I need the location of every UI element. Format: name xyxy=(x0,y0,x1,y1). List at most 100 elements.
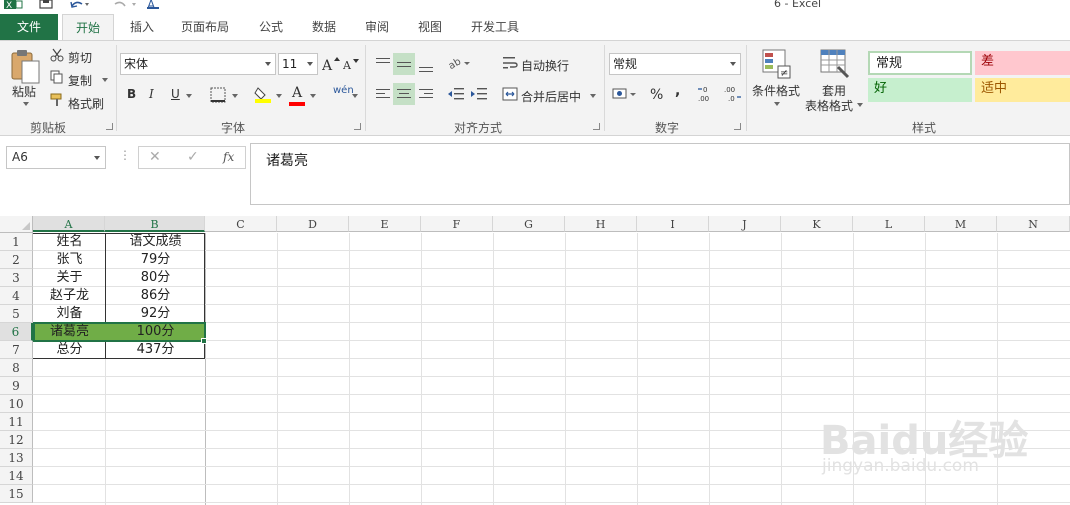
column-header-n[interactable]: N xyxy=(997,216,1070,232)
align-center-button[interactable] xyxy=(393,83,415,105)
column-header-l[interactable]: L xyxy=(853,216,925,232)
row-header-14[interactable]: 14 xyxy=(0,467,33,485)
cell-a7[interactable]: 总分 xyxy=(34,341,105,359)
wrap-text-button[interactable]: 自动换行 xyxy=(521,57,569,74)
tab-home[interactable]: 开始 xyxy=(62,14,114,41)
row-header-9[interactable]: 9 xyxy=(0,377,33,395)
tab-data[interactable]: 数据 xyxy=(302,14,346,40)
cell-a3[interactable]: 关于 xyxy=(34,269,105,287)
format-as-table-dropdown-icon[interactable] xyxy=(857,103,863,107)
underline-dropdown-icon[interactable] xyxy=(186,94,192,98)
alignment-launcher-icon[interactable] xyxy=(593,123,600,130)
redo-icon[interactable] xyxy=(107,0,137,9)
format-painter-button[interactable]: 格式刷 xyxy=(68,95,104,112)
paste-dropdown-icon[interactable] xyxy=(23,102,29,106)
formula-input[interactable]: 诸葛亮 xyxy=(250,143,1070,205)
column-header-h[interactable]: H xyxy=(565,216,637,232)
increase-font-icon[interactable]: A xyxy=(322,56,340,72)
paste-button[interactable]: 粘贴 xyxy=(12,83,36,100)
style-neutral[interactable]: 适中 xyxy=(975,78,1070,102)
cell-a6[interactable]: 诸葛亮 xyxy=(34,323,105,341)
column-header-i[interactable]: I xyxy=(637,216,709,232)
cancel-icon[interactable]: ✕ xyxy=(149,149,161,165)
cell-b5[interactable]: 92分 xyxy=(106,305,205,323)
comma-button[interactable]: , xyxy=(675,83,680,99)
row-header-4[interactable]: 4 xyxy=(0,287,33,305)
italic-button[interactable]: I xyxy=(149,87,154,101)
column-header-d[interactable]: D xyxy=(277,216,349,232)
save-icon[interactable] xyxy=(38,0,54,9)
orientation-icon[interactable]: ab xyxy=(448,55,470,71)
cell-a1[interactable]: 姓名 xyxy=(34,233,105,251)
number-format-select[interactable]: 常规 xyxy=(609,53,741,75)
row-header-1[interactable]: 1 xyxy=(0,233,33,251)
align-right-button[interactable] xyxy=(415,83,437,105)
decrease-font-icon[interactable]: A xyxy=(343,57,359,71)
tab-file[interactable]: 文件 xyxy=(0,14,58,40)
enter-icon[interactable]: ✓ xyxy=(187,149,199,165)
name-box[interactable]: A6 xyxy=(6,146,106,169)
tab-insert[interactable]: 插入 xyxy=(120,14,164,40)
column-header-m[interactable]: M xyxy=(925,216,997,232)
cell-b3[interactable]: 80分 xyxy=(106,269,205,287)
decrease-indent-icon[interactable] xyxy=(447,86,465,102)
column-header-a[interactable]: A xyxy=(33,216,105,232)
column-header-f[interactable]: F xyxy=(421,216,493,232)
tab-formulas[interactable]: 公式 xyxy=(250,14,292,40)
percent-button[interactable]: % xyxy=(650,87,663,103)
tab-developer[interactable]: 开发工具 xyxy=(462,14,528,40)
cell-b4[interactable]: 86分 xyxy=(106,287,205,305)
row-header-6[interactable]: 6 xyxy=(0,323,33,341)
number-launcher-icon[interactable] xyxy=(734,123,741,130)
accounting-format-icon[interactable] xyxy=(612,86,636,102)
font-launcher-icon[interactable] xyxy=(354,123,361,130)
column-header-b[interactable]: B xyxy=(105,216,205,232)
copy-button[interactable]: 复制 xyxy=(68,72,92,89)
row-header-8[interactable]: 8 xyxy=(0,359,33,377)
cell-a5[interactable]: 刘备 xyxy=(34,305,105,323)
conditional-dropdown-icon[interactable] xyxy=(774,102,780,106)
style-normal[interactable]: 常规 xyxy=(868,51,972,75)
cell-a4[interactable]: 赵子龙 xyxy=(34,287,105,305)
decrease-decimal-icon[interactable]: .00 .0 xyxy=(722,85,742,103)
bold-button[interactable]: B xyxy=(127,87,136,101)
row-header-5[interactable]: 5 xyxy=(0,305,33,323)
tab-view[interactable]: 视图 xyxy=(408,14,452,40)
phonetic-button[interactable]: wén xyxy=(333,85,354,96)
row-header-11[interactable]: 11 xyxy=(0,413,33,431)
row-header-15[interactable]: 15 xyxy=(0,485,33,503)
merge-dropdown-icon[interactable] xyxy=(590,94,596,98)
align-bottom-button[interactable] xyxy=(415,53,437,75)
style-good[interactable]: 好 xyxy=(868,78,972,102)
row-header-10[interactable]: 10 xyxy=(0,395,33,413)
row-header-12[interactable]: 12 xyxy=(0,431,33,449)
row-header-7[interactable]: 7 xyxy=(0,341,33,359)
insert-function-icon[interactable]: fx xyxy=(223,150,234,164)
increase-decimal-icon[interactable]: 0 .00 xyxy=(697,85,717,103)
column-header-c[interactable]: C xyxy=(205,216,277,232)
font-color-dropdown-icon[interactable] xyxy=(310,94,316,98)
undo-icon[interactable] xyxy=(68,0,90,9)
row-header-13[interactable]: 13 xyxy=(0,449,33,467)
spreadsheet-grid[interactable]: A B C D E F G H I J K L M N 1 2 3 4 5 6 … xyxy=(0,216,1070,505)
copy-dropdown-icon[interactable] xyxy=(102,78,108,82)
style-bad[interactable]: 差 xyxy=(975,51,1070,75)
font-color-qa-icon[interactable]: A xyxy=(145,0,167,9)
font-color-button[interactable]: A xyxy=(289,85,305,106)
column-header-k[interactable]: K xyxy=(781,216,853,232)
align-top-button[interactable] xyxy=(372,53,394,75)
cut-button[interactable]: 剪切 xyxy=(68,49,92,66)
font-size-select[interactable]: 11 xyxy=(278,53,318,75)
row-header-3[interactable]: 3 xyxy=(0,269,33,287)
column-header-g[interactable]: G xyxy=(493,216,565,232)
phonetic-dropdown-icon[interactable] xyxy=(352,94,358,98)
merge-center-button[interactable]: 合并后居中 xyxy=(521,88,581,105)
column-header-e[interactable]: E xyxy=(349,216,421,232)
underline-button[interactable]: U xyxy=(171,87,180,101)
cell-b7[interactable]: 437分 xyxy=(106,341,205,359)
cell-b2[interactable]: 79分 xyxy=(106,251,205,269)
borders-icon[interactable] xyxy=(210,87,226,103)
tab-page-layout[interactable]: 页面布局 xyxy=(170,14,240,40)
cell-a2[interactable]: 张飞 xyxy=(34,251,105,269)
format-as-table-button[interactable]: 表格格式 xyxy=(805,97,853,114)
